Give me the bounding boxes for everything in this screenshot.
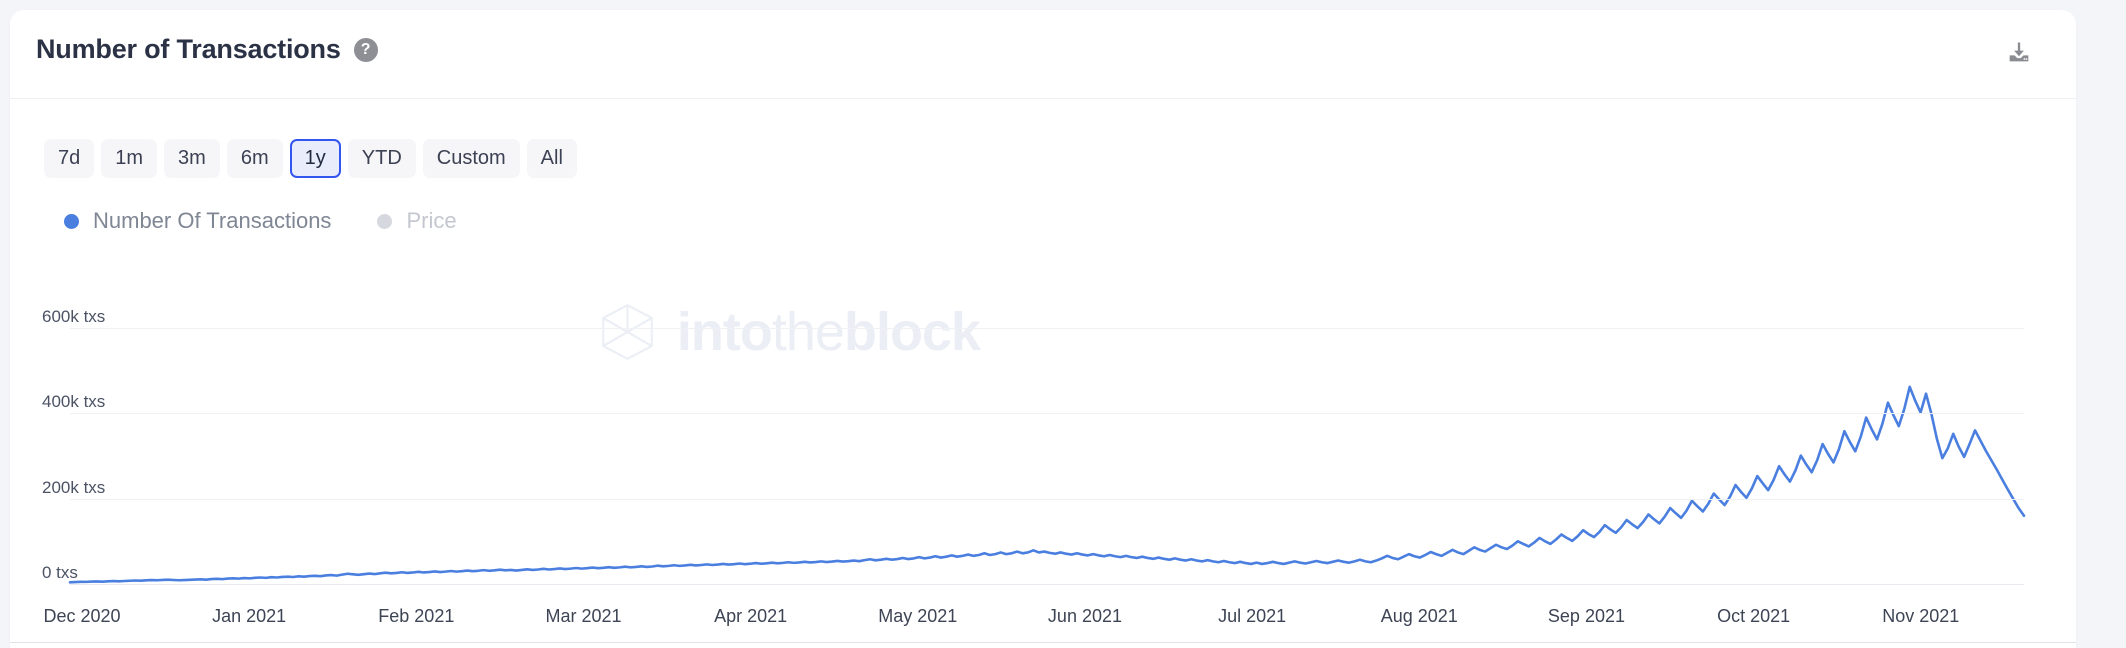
legend-label-price: Price (406, 208, 456, 234)
chart-legend: Number Of Transactions Price (64, 208, 457, 234)
legend-label-transactions: Number Of Transactions (93, 208, 331, 234)
card-bottom-divider (10, 642, 2076, 643)
page-title: Number of Transactions (36, 36, 341, 63)
range-button-7d[interactable]: 7d (44, 139, 94, 178)
y-axis-tick-label: 200k txs (42, 478, 105, 498)
download-icon[interactable] (1998, 32, 2040, 74)
range-button-1y[interactable]: 1y (290, 139, 341, 178)
transactions-line-path (70, 387, 2024, 582)
x-axis-tick-label: Oct 2021 (1717, 606, 1790, 627)
range-button-all[interactable]: All (527, 139, 577, 178)
chart-gridline (70, 413, 2024, 414)
chart-plot-area[interactable]: 600k txs 400k txs 200k txs 0 txs (10, 280, 2076, 610)
transactions-line-series (10, 280, 2076, 610)
x-axis-tick-label: Feb 2021 (378, 606, 454, 627)
y-axis-tick-label: 0 txs (42, 563, 78, 583)
card-header: Number of Transactions ? (10, 10, 2076, 99)
time-range-selector[interactable]: 7d 1m 3m 6m 1y YTD Custom All (44, 139, 577, 178)
x-axis-tick-label: Sep 2021 (1548, 606, 1625, 627)
legend-item-transactions[interactable]: Number Of Transactions (64, 208, 331, 234)
legend-dot-price (377, 214, 392, 229)
x-axis-tick-label: Dec 2020 (43, 606, 120, 627)
x-axis: Dec 2020 Jan 2021 Feb 2021 Mar 2021 Apr 2021… (10, 606, 2076, 636)
x-axis-tick-label: Jul 2021 (1218, 606, 1286, 627)
transactions-chart-card: Number of Transactions ? 7d 1m 3m 6m 1y … (10, 10, 2076, 648)
range-button-custom[interactable]: Custom (423, 139, 520, 178)
y-axis-tick-label: 400k txs (42, 392, 105, 412)
x-axis-tick-label: May 2021 (878, 606, 957, 627)
help-circle-icon[interactable]: ? (354, 38, 378, 62)
x-axis-tick-label: Jun 2021 (1048, 606, 1122, 627)
title-group: Number of Transactions ? (36, 36, 378, 63)
y-axis-tick-label: 600k txs (42, 307, 105, 327)
x-axis-tick-label: Jan 2021 (212, 606, 286, 627)
x-axis-tick-label: Nov 2021 (1882, 606, 1959, 627)
chart-gridline (70, 499, 2024, 500)
x-axis-tick-label: Aug 2021 (1381, 606, 1458, 627)
chart-gridline (70, 328, 2024, 329)
x-axis-tick-label: Mar 2021 (545, 606, 621, 627)
legend-item-price[interactable]: Price (377, 208, 456, 234)
range-button-3m[interactable]: 3m (164, 139, 220, 178)
range-button-1m[interactable]: 1m (101, 139, 157, 178)
chart-baseline (70, 584, 2024, 585)
legend-dot-transactions (64, 214, 79, 229)
range-button-6m[interactable]: 6m (227, 139, 283, 178)
x-axis-tick-label: Apr 2021 (714, 606, 787, 627)
page-root: Number of Transactions ? 7d 1m 3m 6m 1y … (0, 0, 2126, 648)
range-button-ytd[interactable]: YTD (348, 139, 416, 178)
